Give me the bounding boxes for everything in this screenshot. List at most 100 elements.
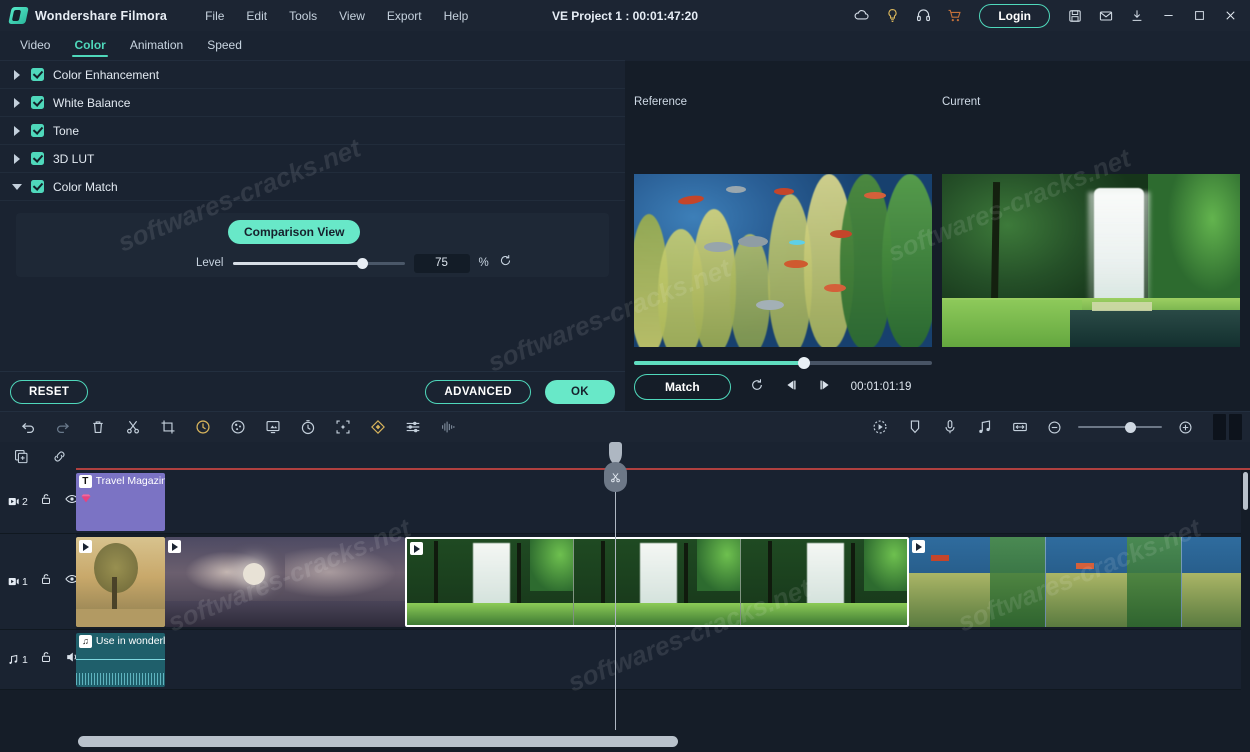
- preview-seek-bar[interactable]: [634, 358, 932, 368]
- timeline-clip-title[interactable]: T Travel Magazin: [76, 473, 165, 531]
- previous-frame-icon[interactable]: [783, 377, 799, 398]
- timeline-horizontal-scrollbar[interactable]: [0, 730, 1250, 752]
- level-slider[interactable]: [233, 256, 405, 270]
- tab-speed[interactable]: Speed: [197, 33, 252, 59]
- save-icon[interactable]: [1061, 2, 1089, 30]
- match-button[interactable]: Match: [634, 374, 731, 400]
- audio-beat-icon[interactable]: [967, 412, 1002, 443]
- undo-icon[interactable]: [10, 412, 45, 443]
- timeline-zoom-slider[interactable]: [1078, 421, 1162, 433]
- zoom-in-icon[interactable]: [1168, 412, 1203, 443]
- delete-trash-icon[interactable]: [80, 412, 115, 443]
- checkbox-color-enhancement[interactable]: [31, 68, 44, 81]
- clip-play-icon[interactable]: [912, 540, 925, 553]
- checkbox-3d-lut[interactable]: [31, 152, 44, 165]
- title-clip-icon: T: [79, 475, 92, 488]
- reset-circular-arrow-icon[interactable]: [749, 377, 765, 398]
- tab-animation[interactable]: Animation: [120, 33, 193, 59]
- scrollbar-thumb[interactable]: [78, 736, 678, 747]
- tab-video[interactable]: Video: [10, 33, 60, 59]
- effect-row-tone[interactable]: Tone: [0, 117, 625, 145]
- unlock-icon[interactable]: [39, 492, 53, 511]
- color-palette-icon[interactable]: [220, 412, 255, 443]
- split-scissors-icon[interactable]: [115, 412, 150, 443]
- headphones-icon[interactable]: [909, 2, 937, 30]
- effect-row-white-balance[interactable]: White Balance: [0, 89, 625, 117]
- download-icon[interactable]: [1123, 2, 1151, 30]
- ok-button[interactable]: OK: [545, 380, 615, 404]
- checkbox-color-match[interactable]: [31, 180, 44, 193]
- timeline-clip-forest[interactable]: [76, 537, 165, 627]
- effect-row-3d-lut[interactable]: 3D LUT: [0, 145, 625, 173]
- render-preview-icon[interactable]: [862, 412, 897, 443]
- audio-track-1: 1 ♫ Use in wonderl: [0, 630, 1250, 690]
- current-preview-image[interactable]: [942, 174, 1240, 347]
- speed-icon[interactable]: [185, 412, 220, 443]
- link-icon[interactable]: [48, 447, 70, 465]
- timeline-clip-audio[interactable]: ♫ Use in wonderl: [76, 633, 165, 687]
- effect-row-color-match[interactable]: Color Match: [0, 173, 625, 201]
- playhead[interactable]: [615, 442, 616, 730]
- timeline-zoom-knob[interactable]: [1125, 422, 1136, 433]
- chevron-right-icon[interactable]: [12, 154, 22, 164]
- lightbulb-icon[interactable]: [878, 2, 906, 30]
- chevron-right-icon[interactable]: [12, 98, 22, 108]
- checkbox-white-balance[interactable]: [31, 96, 44, 109]
- cloud-icon[interactable]: [847, 2, 875, 30]
- menu-item-file[interactable]: File: [195, 5, 234, 27]
- playhead-top-handle[interactable]: [609, 442, 622, 464]
- next-frame-icon[interactable]: [817, 377, 833, 398]
- menu-item-help[interactable]: Help: [434, 5, 479, 27]
- preview-seek-knob[interactable]: [798, 357, 810, 369]
- fit-timeline-icon[interactable]: [1002, 412, 1037, 443]
- record-voiceover-icon[interactable]: [932, 412, 967, 443]
- clip-play-icon[interactable]: [410, 542, 423, 555]
- timeline-clip-aquarium[interactable]: [909, 537, 1250, 627]
- marker-shield-icon[interactable]: [897, 412, 932, 443]
- audio-denoise-icon[interactable]: [430, 412, 465, 443]
- clip-play-icon[interactable]: [168, 540, 181, 553]
- timeline-clip-waterfall[interactable]: [405, 537, 909, 627]
- zoom-out-icon[interactable]: [1037, 412, 1072, 443]
- timer-icon[interactable]: [290, 412, 325, 443]
- reset-circular-arrow-icon[interactable]: [498, 253, 513, 273]
- effect-label: Tone: [53, 124, 79, 138]
- crop-icon[interactable]: [150, 412, 185, 443]
- menu-item-edit[interactable]: Edit: [236, 5, 277, 27]
- playhead-split-handle[interactable]: [604, 462, 627, 492]
- tab-color[interactable]: Color: [64, 33, 115, 59]
- login-button[interactable]: Login: [979, 4, 1050, 28]
- level-value-field[interactable]: 75: [414, 254, 470, 273]
- close-icon[interactable]: [1216, 2, 1244, 30]
- keyframe-diamond-icon[interactable]: [360, 412, 395, 443]
- chevron-right-icon[interactable]: [12, 126, 22, 136]
- green-screen-icon[interactable]: [255, 412, 290, 443]
- audio-mixer-icon[interactable]: [395, 412, 430, 443]
- menu-item-tools[interactable]: Tools: [279, 5, 327, 27]
- split-view-toggle[interactable]: [1213, 414, 1242, 440]
- maximize-icon[interactable]: [1185, 2, 1213, 30]
- mail-icon[interactable]: [1092, 2, 1120, 30]
- auto-reframe-icon[interactable]: [325, 412, 360, 443]
- shopping-cart-icon[interactable]: [940, 2, 968, 30]
- level-slider-knob[interactable]: [357, 258, 368, 269]
- reference-preview-image[interactable]: [634, 174, 932, 347]
- unlock-icon[interactable]: [39, 650, 53, 669]
- redo-icon[interactable]: [45, 412, 80, 443]
- timeline-vertical-scrollbar[interactable]: [1241, 470, 1250, 730]
- clip-play-icon[interactable]: [79, 540, 92, 553]
- unlock-icon[interactable]: [39, 572, 53, 591]
- chevron-down-icon[interactable]: [12, 182, 22, 192]
- chevron-right-icon[interactable]: [12, 70, 22, 80]
- comparison-view-button[interactable]: Comparison View: [228, 220, 360, 244]
- effect-row-color-enhancement[interactable]: Color Enhancement: [0, 61, 625, 89]
- video-track-1-header: 1: [0, 534, 76, 629]
- menu-item-export[interactable]: Export: [377, 5, 432, 27]
- advanced-button[interactable]: ADVANCED: [425, 380, 531, 404]
- menu-item-view[interactable]: View: [329, 5, 375, 27]
- minimize-icon[interactable]: [1154, 2, 1182, 30]
- reset-button[interactable]: RESET: [10, 380, 88, 404]
- duplicate-icon[interactable]: [10, 447, 32, 465]
- timeline-clip-clouds[interactable]: [165, 537, 405, 627]
- checkbox-tone[interactable]: [31, 124, 44, 137]
